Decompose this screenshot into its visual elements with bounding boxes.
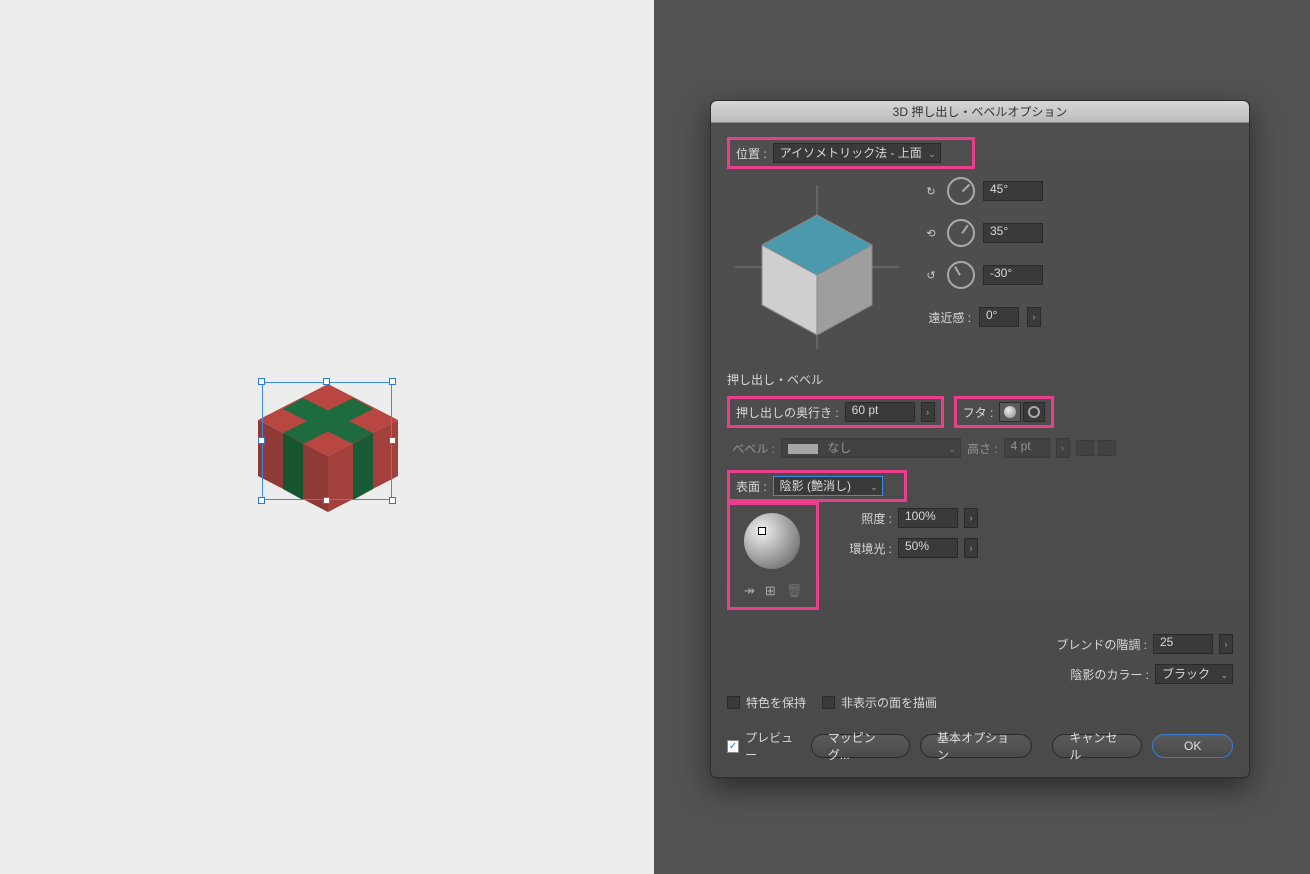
light-sphere[interactable] — [744, 513, 800, 569]
position-label: 位置 : — [736, 145, 767, 162]
blend-steps-stepper[interactable]: › — [1219, 634, 1233, 654]
ambient-light-input[interactable]: 50% — [898, 538, 958, 558]
ambient-light-stepper[interactable]: › — [964, 538, 978, 558]
light-intensity-input[interactable]: 100% — [898, 508, 958, 528]
cancel-button[interactable]: キャンセル — [1052, 734, 1142, 758]
rotate-z-dial[interactable] — [947, 261, 975, 289]
bevel-select[interactable]: なし ⌄ — [781, 438, 961, 458]
bevel-height-input: 4 pt — [1004, 438, 1050, 458]
rotate-x-icon: ↻ — [923, 183, 939, 199]
rotate-y-dial[interactable] — [947, 219, 975, 247]
extrude-depth-stepper[interactable]: › — [921, 402, 935, 422]
more-options-button[interactable]: 基本オプション — [920, 734, 1032, 758]
chevron-down-icon: ⌄ — [870, 482, 878, 493]
move-light-back-icon[interactable]: ↠ — [744, 583, 755, 599]
surface-label: 表面 : — [736, 478, 767, 495]
chevron-down-icon: ⌄ — [948, 444, 956, 455]
rotate-y-input[interactable]: 35° — [983, 223, 1043, 243]
map-art-button[interactable]: マッピング... — [811, 734, 910, 758]
position-value: アイソメトリック法 - 上面 — [780, 146, 922, 160]
extrude-depth-highlight: 押し出しの奥行き : 60 pt › — [727, 396, 944, 428]
rotation-cube-preview[interactable] — [727, 177, 907, 357]
selection-bounds[interactable] — [262, 382, 392, 500]
extrude-depth-label: 押し出しの奥行き : — [736, 404, 839, 421]
extrude-depth-input[interactable]: 60 pt — [845, 402, 915, 422]
new-light-icon[interactable]: ⊞ — [765, 583, 776, 599]
blend-steps-label: ブレンドの階調 : — [1056, 636, 1147, 653]
preview-label: プレビュー — [745, 729, 801, 763]
preserve-spot-label: 特色を保持 — [746, 694, 806, 711]
surface-row-highlight: 表面 : 陰影 (艶消し) ⌄ — [727, 470, 907, 502]
delete-light-icon[interactable]: 🗑 — [786, 583, 803, 599]
bevel-in-icon — [1076, 440, 1094, 456]
blend-steps-input[interactable]: 25 — [1153, 634, 1213, 654]
cap-label: フタ : — [963, 404, 994, 421]
preserve-spot-checkbox[interactable]: 特色を保持 — [727, 694, 806, 711]
dialog-title: 3D 押し出し・ベベルオプション — [711, 101, 1249, 123]
light-sphere-highlight: ↠ ⊞ 🗑 — [727, 502, 819, 610]
perspective-input[interactable]: 0° — [979, 307, 1019, 327]
rotate-x-dial[interactable] — [947, 177, 975, 205]
rotate-y-icon: ⟲ — [923, 225, 939, 241]
bevel-height-label: 高さ : — [967, 440, 998, 457]
rotate-x-input[interactable]: 45° — [983, 181, 1043, 201]
position-row-highlight: 位置 : アイソメトリック法 - 上面 ⌄ — [727, 137, 975, 169]
extrude-bevel-dialog: 3D 押し出し・ベベルオプション 位置 : アイソメトリック法 - 上面 ⌄ — [710, 100, 1250, 778]
canvas-area — [0, 0, 654, 874]
shade-color-label: 陰影のカラー : — [1070, 666, 1149, 683]
chevron-down-icon: ⌄ — [1220, 670, 1228, 681]
ambient-light-label: 環境光 : — [849, 540, 892, 557]
shade-color-value: ブラック — [1162, 667, 1210, 681]
shade-color-select[interactable]: ブラック ⌄ — [1155, 664, 1233, 684]
rotate-z-icon: ↺ — [923, 267, 939, 283]
extrude-bevel-section-title: 押し出し・ベベル — [727, 371, 1233, 388]
position-select[interactable]: アイソメトリック法 - 上面 ⌄ — [773, 143, 941, 163]
draw-hidden-label: 非表示の面を描画 — [841, 694, 937, 711]
surface-value: 陰影 (艶消し) — [780, 479, 851, 493]
bevel-label: ベベル : — [727, 440, 775, 457]
preview-checkbox[interactable]: ✓ プレビュー — [727, 729, 801, 763]
cap-on-button[interactable] — [999, 402, 1021, 422]
cap-highlight: フタ : — [954, 396, 1055, 428]
surface-select[interactable]: 陰影 (艶消し) ⌄ — [773, 476, 883, 496]
light-intensity-stepper[interactable]: › — [964, 508, 978, 528]
bevel-value: なし — [827, 441, 851, 455]
chevron-down-icon: ⌄ — [928, 149, 936, 160]
bevel-out-icon — [1098, 440, 1116, 456]
cap-off-button[interactable] — [1023, 402, 1045, 422]
perspective-label: 遠近感 : — [923, 309, 971, 326]
draw-hidden-checkbox[interactable]: 非表示の面を描画 — [822, 694, 937, 711]
perspective-stepper[interactable]: › — [1027, 307, 1041, 327]
light-position-handle[interactable] — [758, 527, 766, 535]
light-intensity-label: 照度 : — [861, 510, 892, 527]
rotate-z-input[interactable]: -30° — [983, 265, 1043, 285]
ok-button[interactable]: OK — [1152, 734, 1233, 758]
bevel-height-stepper: › — [1056, 438, 1070, 458]
